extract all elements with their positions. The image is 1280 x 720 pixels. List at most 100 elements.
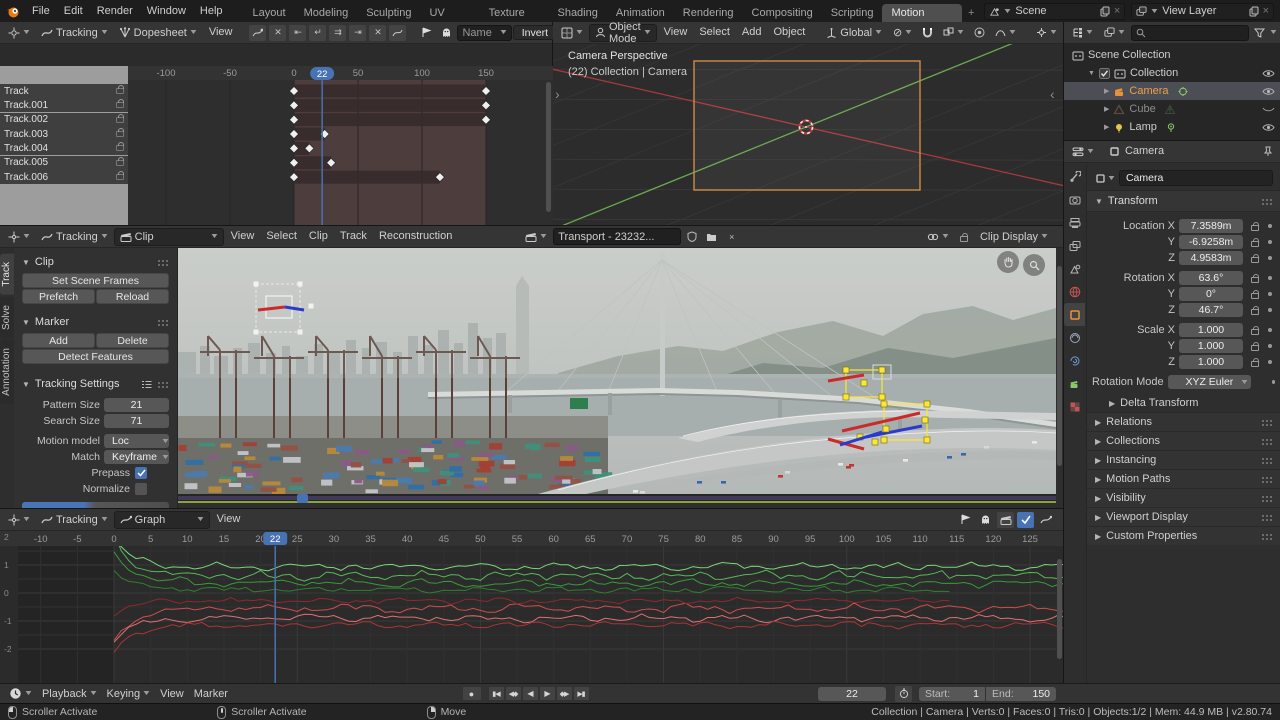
play-reverse-button[interactable]: ◀ bbox=[521, 686, 539, 701]
prev-keyframe-button[interactable]: ◀◆ bbox=[504, 686, 522, 701]
properties-section-collections[interactable]: ▶ Collections bbox=[1087, 431, 1280, 450]
clip-menu-select[interactable]: Select bbox=[260, 226, 303, 247]
workspace-tab-compositing[interactable]: Compositing bbox=[743, 4, 822, 22]
workspace-tab-rendering[interactable]: Rendering bbox=[674, 4, 743, 22]
animate-dot-icon[interactable] bbox=[1268, 308, 1272, 312]
topbar-menu-render[interactable]: Render bbox=[90, 0, 140, 22]
transform-value-field[interactable]: -6.9258m bbox=[1179, 235, 1243, 249]
copy-view-layer-icon[interactable] bbox=[1249, 6, 1259, 17]
clip-menu-reconstruction[interactable]: Reconstruction bbox=[373, 226, 458, 247]
current-frame-field[interactable]: 22 bbox=[818, 686, 887, 701]
panel-title[interactable]: Marker bbox=[35, 316, 69, 328]
clip-tracking-menu[interactable]: Tracking ▼ bbox=[36, 228, 113, 246]
prepass-checkbox[interactable] bbox=[135, 467, 147, 479]
delta-transform-section[interactable]: ▶ Delta Transform bbox=[1087, 394, 1280, 412]
scene-selector[interactable]: ▼ Scene × bbox=[984, 2, 1126, 20]
clear-keyframes-icon[interactable]: ✕ bbox=[269, 24, 287, 41]
properties-section-visibility[interactable]: ▶ Visibility bbox=[1087, 488, 1280, 507]
name-filter-input[interactable]: Name ▼ bbox=[457, 24, 512, 41]
clip-video-view[interactable] bbox=[178, 248, 1056, 494]
record-button[interactable]: ● bbox=[461, 686, 482, 701]
smooth-keys-icon[interactable] bbox=[389, 24, 407, 41]
lock-icon[interactable] bbox=[116, 171, 124, 181]
zoom-gizmo[interactable] bbox=[1023, 254, 1045, 276]
visibility-eye-icon[interactable] bbox=[1262, 87, 1275, 96]
next-keyframe-button[interactable]: ◆▶ bbox=[555, 686, 573, 701]
select-cursor-icon[interactable] bbox=[957, 512, 974, 528]
lock-icon[interactable] bbox=[1251, 222, 1259, 231]
expander-icon[interactable]: ▶ bbox=[1104, 87, 1109, 95]
proportional-falloff-dropdown[interactable]: ▼ bbox=[990, 24, 1021, 42]
lock-icon[interactable] bbox=[1251, 306, 1259, 315]
lock-icon[interactable] bbox=[1251, 254, 1259, 263]
graph-tracking-menu[interactable]: Tracking ▼ bbox=[36, 511, 113, 529]
properties-tab-texture[interactable] bbox=[1064, 395, 1085, 418]
transform-value-field[interactable]: 4.9583m bbox=[1179, 251, 1243, 265]
normalize-checkbox[interactable] bbox=[135, 483, 147, 495]
dopesheet-channel-row[interactable]: Track.002 bbox=[0, 112, 128, 127]
lock-icon[interactable] bbox=[116, 128, 124, 138]
lock-icon[interactable] bbox=[1251, 238, 1259, 247]
panel-drag-dots-icon[interactable] bbox=[1261, 418, 1273, 426]
lock-icon[interactable] bbox=[1251, 358, 1259, 367]
properties-tab-scene[interactable] bbox=[1064, 257, 1085, 280]
panel-title[interactable]: Clip bbox=[35, 256, 54, 268]
properties-tab-constraints[interactable] bbox=[1064, 326, 1085, 349]
collection-checkbox[interactable] bbox=[1098, 67, 1110, 79]
workspace-tab-shading[interactable]: Shading bbox=[548, 4, 606, 22]
dopesheet-vscrollbar[interactable] bbox=[546, 82, 551, 212]
transform-value-field[interactable]: 1.000 bbox=[1179, 323, 1243, 337]
transform-value-field[interactable]: 7.3589m bbox=[1179, 219, 1243, 233]
delete-button[interactable]: Delete bbox=[96, 333, 169, 348]
pan-hand-gizmo[interactable] bbox=[997, 251, 1019, 273]
unlink-clip-icon[interactable]: × bbox=[723, 229, 740, 245]
sidebar-toggle-left-icon[interactable]: › bbox=[555, 86, 560, 102]
dopesheet-channel-row[interactable]: Track.003 bbox=[0, 127, 128, 142]
dopesheet-editor-type-button[interactable]: ▼ bbox=[3, 24, 35, 42]
panel-drag-dots-icon[interactable] bbox=[157, 258, 169, 266]
use-preview-range-icon[interactable] bbox=[895, 685, 913, 702]
fake-user-shield-icon[interactable] bbox=[683, 229, 700, 245]
workspace-tab-motion-tracking[interactable]: Motion Tracking bbox=[882, 4, 962, 37]
properties-tab-object[interactable] bbox=[1064, 303, 1085, 326]
dopesheet-tracking-menu[interactable]: Tracking ▼ bbox=[36, 24, 113, 42]
properties-section-motion-paths[interactable]: ▶ Motion Paths bbox=[1087, 469, 1280, 488]
dopesheet-mode-menu[interactable]: Dopesheet ▼ bbox=[114, 24, 202, 42]
animate-dot-icon[interactable] bbox=[1268, 240, 1272, 244]
offset-keys-icon[interactable]: ⇉ bbox=[329, 24, 347, 41]
panel-drag-dots-icon[interactable] bbox=[157, 380, 169, 388]
properties-tab-render[interactable] bbox=[1064, 188, 1085, 211]
outliner-item-collection[interactable]: ▼ Collection bbox=[1064, 64, 1280, 82]
panel-drag-dots-icon[interactable] bbox=[1261, 456, 1273, 464]
clip-side-tab-track[interactable]: Track bbox=[0, 254, 14, 295]
transform-value-field[interactable]: 0° bbox=[1179, 287, 1243, 301]
graph-vscrollbar[interactable] bbox=[1057, 559, 1062, 659]
viewport-menu-select[interactable]: Select bbox=[693, 22, 736, 43]
only-selected-filter-icon[interactable] bbox=[418, 25, 435, 41]
viewport-menu-add[interactable]: Add bbox=[736, 22, 768, 43]
dopesheet-channel-row[interactable]: Track.004 bbox=[0, 141, 128, 156]
properties-section-instancing[interactable]: ▶ Instancing bbox=[1087, 450, 1280, 469]
transform-value-field[interactable]: 1.000 bbox=[1179, 355, 1243, 369]
current-frame-handle[interactable] bbox=[297, 494, 308, 503]
transform-value-field[interactable]: 1.000 bbox=[1179, 339, 1243, 353]
filter-funnel-icon[interactable] bbox=[1251, 25, 1268, 41]
panel-drag-dots-icon[interactable] bbox=[157, 318, 169, 326]
proportional-edit-icon[interactable] bbox=[249, 24, 267, 41]
lock-icon[interactable] bbox=[1251, 274, 1259, 283]
open-file-folder-icon[interactable] bbox=[703, 229, 720, 245]
timeline-editor-type-button[interactable]: ▼ bbox=[4, 685, 37, 703]
animate-dot-icon[interactable] bbox=[1268, 344, 1272, 348]
properties-editor-type-button[interactable]: ▼ bbox=[1067, 143, 1099, 161]
pattern-size-field[interactable]: 21 bbox=[104, 398, 169, 412]
topbar-menu-file[interactable]: File bbox=[25, 0, 57, 22]
play-button[interactable]: ▶ bbox=[538, 686, 556, 701]
outliner-item-lamp[interactable]: ▶ Lamp bbox=[1064, 118, 1280, 136]
clip-menu-view[interactable]: View bbox=[225, 226, 261, 247]
lock-icon[interactable] bbox=[1251, 342, 1259, 351]
workspace-tab-modeling[interactable]: Modeling bbox=[295, 4, 358, 22]
clip-vscrollbar[interactable] bbox=[1057, 266, 1062, 466]
snap-target-dropdown[interactable]: ▼ bbox=[938, 24, 969, 42]
view-layer-selector[interactable]: ▼ View Layer × bbox=[1131, 2, 1274, 20]
graph-mode-dropdown[interactable]: Graph ▼ bbox=[113, 510, 210, 529]
